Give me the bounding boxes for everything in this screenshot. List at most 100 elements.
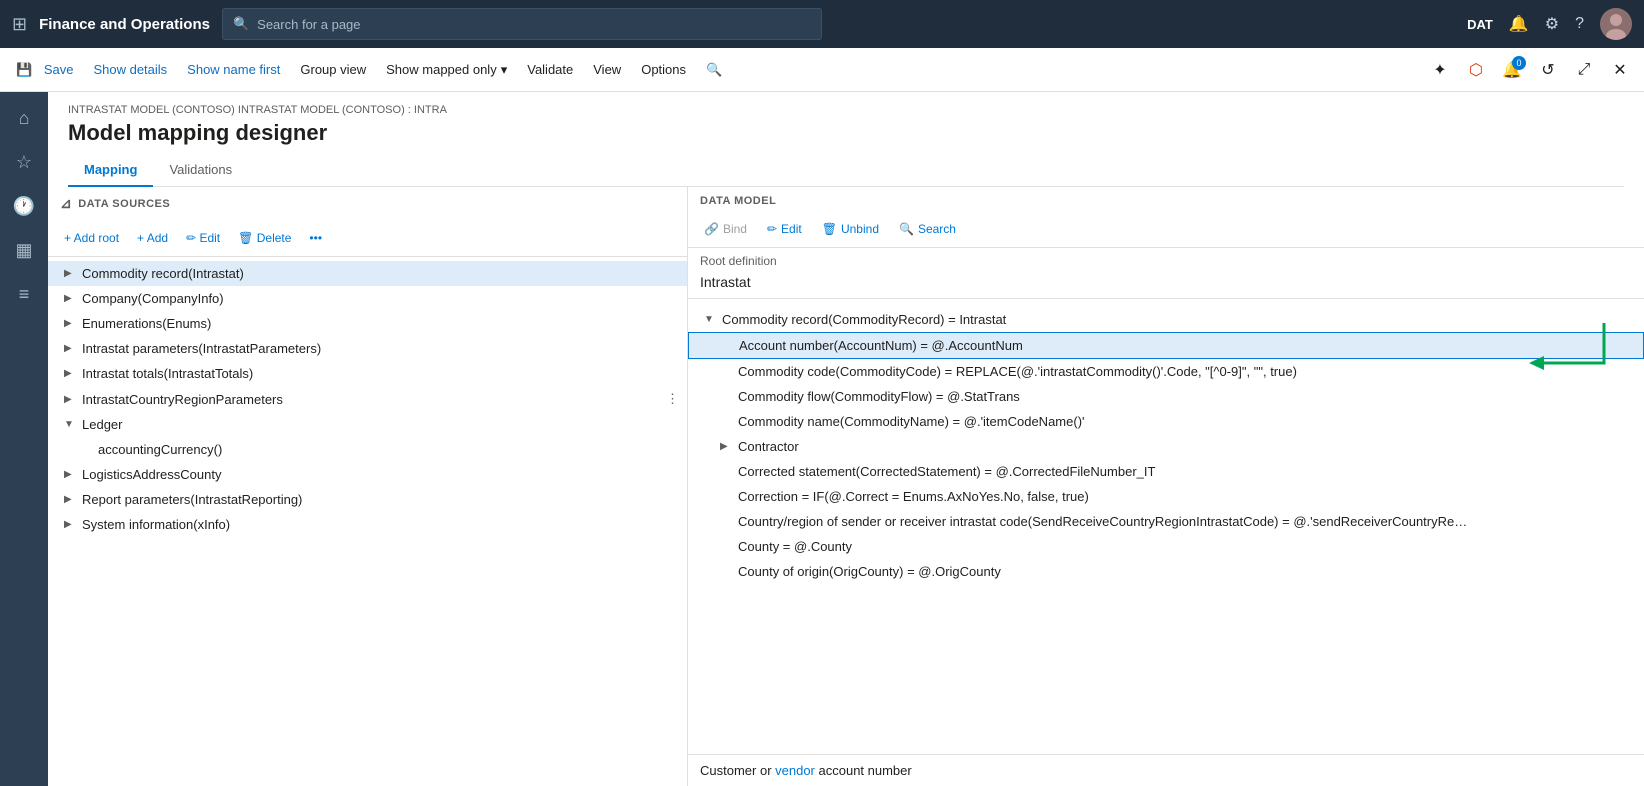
save-icon: 💾 — [16, 62, 32, 78]
tree-item[interactable]: ▶ Commodity record(Intrastat) — [48, 261, 687, 286]
office-icon[interactable]: ⬡ — [1460, 54, 1492, 86]
dm-tree: ▼ Commodity record(CommodityRecord) = In… — [688, 303, 1644, 754]
dm-tree-item[interactable]: County = @.County — [688, 534, 1644, 559]
unbind-button[interactable]: 🗑 Unbind — [814, 215, 887, 243]
app-title: Finance and Operations — [39, 16, 210, 33]
dropdown-chevron-icon: ▾ — [501, 62, 508, 78]
dm-tree-item[interactable]: Commodity flow(CommodityFlow) = @.StatTr… — [688, 384, 1644, 409]
bind-button[interactable]: 🔗 Bind — [696, 215, 755, 243]
right-pane: DATA MODEL 🔗 Bind ✏ Edit 🗑 Unbind — [688, 187, 1644, 786]
open-in-new-icon[interactable]: ⤢ — [1568, 54, 1600, 86]
recent-icon[interactable]: 🕐 — [6, 188, 42, 224]
edit-button[interactable]: ✏ Edit — [178, 224, 228, 252]
edit-label: ✏ Edit — [186, 231, 220, 245]
dm-tree-item[interactable]: Commodity name(CommodityName) = @.'itemC… — [688, 409, 1644, 434]
personalize-icon[interactable]: ✦ — [1424, 54, 1456, 86]
search-placeholder: Search for a page — [257, 17, 360, 32]
dm-item-label: Correction = IF(@.Correct = Enums.AxNoYe… — [738, 489, 1636, 504]
search-cmd-button[interactable]: 🔍 — [698, 54, 730, 86]
bell-icon[interactable]: 🔔 — [1509, 14, 1529, 34]
dm-edit-label: Edit — [781, 222, 802, 236]
refresh-icon[interactable]: ↺ — [1532, 54, 1564, 86]
tree-item[interactable]: ▶ Intrastat totals(IntrastatTotals) — [48, 361, 687, 386]
tab-validations[interactable]: Validations — [153, 154, 248, 187]
dm-search-button[interactable]: 🔍 Search — [891, 215, 964, 243]
add-root-label: + Add root — [64, 231, 119, 245]
add-button[interactable]: + Add — [129, 224, 176, 252]
options-button[interactable]: Options — [633, 54, 694, 86]
unbind-label: Unbind — [841, 222, 879, 236]
close-icon[interactable]: ✕ — [1604, 54, 1636, 86]
tree-item[interactable]: ▶ Report parameters(IntrastatReporting) — [48, 487, 687, 512]
tree-item-label: Intrastat parameters(IntrastatParameters… — [82, 341, 679, 356]
tree-item-label: Report parameters(IntrastatReporting) — [82, 492, 679, 507]
dm-tree-item[interactable]: Corrected statement(CorrectedStatement) … — [688, 459, 1644, 484]
tree-item[interactable]: ▶ Intrastat parameters(IntrastatParamete… — [48, 336, 687, 361]
tree-item-label: Company(CompanyInfo) — [82, 291, 679, 306]
dm-item-label: Commodity name(CommodityName) = @.'itemC… — [738, 414, 1636, 429]
notification-count-icon[interactable]: 🔔0 — [1496, 54, 1528, 86]
dm-item-label: Contractor — [738, 439, 1636, 454]
tree-item[interactable]: ▶ LogisticsAddressCounty — [48, 462, 687, 487]
tree-item-label: accountingCurrency() — [98, 442, 679, 457]
dm-tree-item[interactable]: Correction = IF(@.Correct = Enums.AxNoYe… — [688, 484, 1644, 509]
grid-icon[interactable]: ⊞ — [12, 14, 27, 35]
options-label: Options — [641, 62, 686, 77]
unlink-icon: 🗑 — [822, 222, 837, 236]
tab-mapping[interactable]: Mapping — [68, 154, 153, 187]
chevron-right-icon: ▶ — [64, 494, 76, 505]
vendor-link[interactable]: vendor — [775, 763, 815, 778]
chevron-right-icon: ▶ — [64, 394, 76, 405]
show-mapped-only-label: Show mapped only — [386, 62, 497, 77]
favorites-icon[interactable]: ☆ — [6, 144, 42, 180]
home-icon[interactable]: ⌂ — [6, 100, 42, 136]
tree-item[interactable]: accountingCurrency() — [48, 437, 687, 462]
delete-button[interactable]: 🗑 Delete — [230, 224, 299, 252]
content-area: INTRASTAT MODEL (CONTOSO) INTRASTAT MODE… — [48, 92, 1644, 786]
datasources-tree: ▶ Commodity record(Intrastat) ▶ Company(… — [48, 257, 687, 786]
tree-item-label: Ledger — [82, 417, 679, 432]
page-header: INTRASTAT MODEL (CONTOSO) INTRASTAT MODE… — [48, 92, 1644, 187]
page-title: Model mapping designer — [68, 120, 1624, 146]
more-icon[interactable]: ⋮ — [666, 391, 679, 407]
dm-item-label: County of origin(OrigCounty) = @.OrigCou… — [738, 564, 1636, 579]
chevron-down-icon: ▼ — [64, 419, 76, 430]
dm-tree-item[interactable]: Account number(AccountNum) = @.AccountNu… — [688, 332, 1644, 359]
view-button[interactable]: View — [585, 54, 629, 86]
tree-item[interactable]: ▶ Company(CompanyInfo) — [48, 286, 687, 311]
tree-item[interactable]: ▶ IntrastatCountryRegionParameters ⋮ — [48, 386, 687, 412]
validate-button[interactable]: Validate — [519, 54, 581, 86]
chevron-right-icon: ▶ — [64, 268, 76, 279]
help-icon[interactable]: ? — [1575, 15, 1584, 33]
dm-tree-item[interactable]: Commodity code(CommodityCode) = REPLACE(… — [688, 359, 1644, 384]
tree-item[interactable]: ▶ System information(xInfo) — [48, 512, 687, 537]
dm-tree-item[interactable]: ▶ Contractor — [688, 434, 1644, 459]
group-view-button[interactable]: Group view — [292, 54, 374, 86]
dm-tree-item[interactable]: Country/region of sender or receiver int… — [688, 509, 1644, 534]
top-nav: ⊞ Finance and Operations 🔍 Search for a … — [0, 0, 1644, 48]
root-definition-value: Intrastat — [688, 272, 1644, 299]
more-button[interactable]: ••• — [301, 224, 330, 252]
dm-tree-item[interactable]: County of origin(OrigCounty) = @.OrigCou… — [688, 559, 1644, 584]
modules-icon[interactable]: ≡ — [6, 276, 42, 312]
chevron-right-icon: ▶ — [720, 441, 732, 452]
show-name-first-button[interactable]: Show name first — [179, 54, 288, 86]
show-details-button[interactable]: Show details — [85, 54, 175, 86]
save-button[interactable]: 💾 Save — [8, 54, 81, 86]
tree-item-label: System information(xInfo) — [82, 517, 679, 532]
global-search[interactable]: 🔍 Search for a page — [222, 8, 822, 40]
show-mapped-only-button[interactable]: Show mapped only ▾ — [378, 54, 515, 86]
add-root-button[interactable]: + Add root — [56, 224, 127, 252]
dm-edit-button[interactable]: ✏ Edit — [759, 215, 810, 243]
workspaces-icon[interactable]: ▦ — [6, 232, 42, 268]
tree-item[interactable]: ▼ Ledger — [48, 412, 687, 437]
delete-label: 🗑 Delete — [238, 231, 291, 245]
filter-icon[interactable]: ⊿ — [60, 195, 72, 212]
gear-icon[interactable]: ⚙ — [1545, 14, 1559, 34]
dm-item-label: Account number(AccountNum) = @.AccountNu… — [739, 338, 1635, 353]
avatar[interactable] — [1600, 8, 1632, 40]
tree-item[interactable]: ▶ Enumerations(Enums) — [48, 311, 687, 336]
dm-tree-item[interactable]: ▼ Commodity record(CommodityRecord) = In… — [688, 307, 1644, 332]
show-details-label: Show details — [93, 62, 167, 77]
page-tabs: Mapping Validations — [68, 154, 1624, 187]
